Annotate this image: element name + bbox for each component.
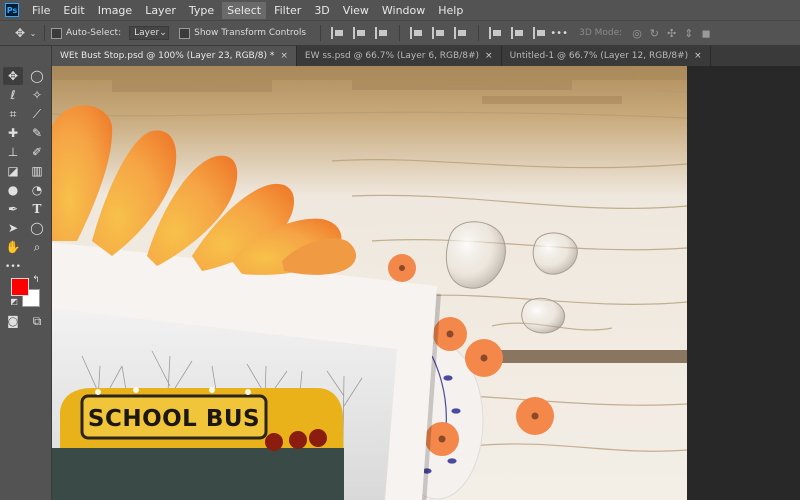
- tab-label: WEt Bust Stop.psd @ 100% (Layer 23, RGB/…: [60, 51, 275, 61]
- menu-bar: Ps File Edit Image Layer Type Select Fil…: [0, 0, 800, 20]
- align-right-icon[interactable]: [375, 27, 389, 39]
- eyedropper-tool-icon[interactable]: ⟋: [27, 105, 47, 123]
- tab-label: Untitled-1 @ 66.7% (Layer 12, RGB/8#): [509, 51, 689, 61]
- hand-tool-icon[interactable]: ✋: [3, 238, 23, 256]
- pen-tool-icon[interactable]: ✒: [3, 200, 23, 218]
- zoom-tool-icon[interactable]: ⌕: [27, 238, 47, 256]
- chevron-down-icon[interactable]: ⌄: [28, 25, 38, 41]
- history-brush-tool-icon[interactable]: ✐: [27, 143, 47, 161]
- distribute-middle-icon[interactable]: [511, 27, 525, 39]
- menu-image[interactable]: Image: [93, 2, 137, 19]
- menu-edit[interactable]: Edit: [58, 2, 89, 19]
- photoshop-logo[interactable]: Ps: [5, 3, 19, 17]
- orbit-3d-icon[interactable]: ◎: [632, 27, 642, 40]
- divider: [320, 25, 322, 41]
- foreground-color-swatch[interactable]: [11, 278, 29, 296]
- distribute-top-icon[interactable]: [489, 27, 503, 39]
- align-left-icon[interactable]: [331, 27, 345, 39]
- brush-tool-icon[interactable]: ✎: [27, 124, 47, 142]
- blur-tool-icon[interactable]: ●: [3, 181, 23, 199]
- show-transform-checkbox[interactable]: [179, 27, 191, 39]
- align-bottom-icon[interactable]: [454, 27, 468, 39]
- path-select-tool-icon[interactable]: ➤: [3, 219, 23, 237]
- divider: [478, 25, 480, 41]
- tab-ew-ss[interactable]: EW ss.psd @ 66.7% (Layer 6, RGB/8#) ×: [297, 46, 502, 66]
- shape-tool-icon[interactable]: ◯: [27, 219, 47, 237]
- crop-tool-icon[interactable]: ⌗: [3, 105, 23, 123]
- menu-file[interactable]: File: [27, 2, 55, 19]
- close-icon[interactable]: ×: [485, 51, 493, 61]
- document-canvas[interactable]: SCHOOL BUS: [52, 66, 687, 500]
- healing-tool-icon[interactable]: ✚: [3, 124, 23, 142]
- divider: [44, 25, 45, 41]
- distribute-bottom-icon[interactable]: [533, 27, 547, 39]
- eraser-tool-icon[interactable]: ◪: [3, 162, 23, 180]
- marquee-tool-icon[interactable]: ◯: [27, 67, 47, 85]
- auto-select-dropdown[interactable]: Layer ⌄: [129, 26, 170, 40]
- water-drop: [521, 297, 566, 334]
- artwork: SCHOOL BUS: [52, 66, 687, 500]
- default-colors-icon[interactable]: ◩: [8, 295, 20, 307]
- gradient-tool-icon[interactable]: ▥: [27, 162, 47, 180]
- scale-3d-icon[interactable]: ◼: [701, 27, 710, 40]
- type-tool-icon[interactable]: T: [27, 200, 47, 218]
- stamp-tool-icon[interactable]: ⊥: [3, 143, 23, 161]
- magic-wand-tool-icon[interactable]: ✧: [27, 86, 47, 104]
- more-tools-icon[interactable]: •••: [3, 258, 23, 276]
- auto-select-value: Layer: [134, 28, 160, 38]
- menu-type[interactable]: Type: [184, 2, 219, 19]
- 3d-mode-label: 3D Mode:: [579, 28, 623, 38]
- ribbon-stripe: [492, 350, 687, 363]
- drag-3d-icon[interactable]: ✣: [667, 27, 676, 40]
- menu-select[interactable]: Select: [222, 1, 267, 19]
- roll-3d-icon[interactable]: ↻: [650, 27, 659, 40]
- align-middle-icon[interactable]: [432, 27, 446, 39]
- tab-label: EW ss.psd @ 66.7% (Layer 6, RGB/8#): [304, 51, 480, 61]
- auto-select-checkbox[interactable]: [51, 27, 62, 39]
- lasso-tool-icon[interactable]: ℓ: [3, 86, 23, 104]
- tab-untitled-1[interactable]: Untitled-1 @ 66.7% (Layer 12, RGB/8#) ×: [502, 46, 711, 66]
- menu-layer[interactable]: Layer: [140, 2, 181, 19]
- document-tabs: WEt Bust Stop.psd @ 100% (Layer 23, RGB/…: [52, 46, 800, 66]
- divider: [399, 25, 401, 41]
- more-options-icon[interactable]: •••: [550, 25, 568, 41]
- screen-mode-icon[interactable]: ⧉: [27, 312, 47, 330]
- quick-mask-icon[interactable]: ◙: [3, 312, 23, 330]
- bus-windshield: [52, 448, 344, 500]
- options-bar: ✥ ⌄ Auto-Select: Layer ⌄ Show Transform C…: [0, 20, 800, 46]
- show-transform-label: Show Transform Controls: [194, 28, 307, 38]
- menu-window[interactable]: Window: [377, 2, 430, 19]
- menu-3d[interactable]: 3D: [309, 2, 334, 19]
- move-tool-icon[interactable]: ✥: [3, 67, 23, 85]
- menu-help[interactable]: Help: [433, 2, 468, 19]
- swap-colors-icon[interactable]: ↰: [30, 274, 42, 286]
- tools-panel: ✥ ◯ ℓ ✧ ⌗ ⟋ ✚ ✎ ⊥ ✐ ◪ ▥ ● ◔ ✒ T ➤ ◯ ✋ ⌕ …: [0, 46, 52, 500]
- close-icon[interactable]: ×: [280, 51, 288, 61]
- canvas-pasteboard: [687, 66, 800, 500]
- menu-view[interactable]: View: [338, 2, 374, 19]
- align-center-icon[interactable]: [353, 27, 367, 39]
- align-top-icon[interactable]: [410, 27, 424, 39]
- auto-select-label: Auto-Select:: [66, 28, 122, 38]
- close-icon[interactable]: ×: [694, 51, 702, 61]
- dodge-tool-icon[interactable]: ◔: [27, 181, 47, 199]
- slide-3d-icon[interactable]: ⇕: [684, 27, 693, 40]
- menu-filter[interactable]: Filter: [269, 2, 306, 19]
- move-tool-preset-icon[interactable]: ✥: [12, 25, 28, 41]
- chevron-down-icon: ⌄: [159, 28, 167, 38]
- school-bus-sign-text: SCHOOL BUS: [88, 406, 260, 432]
- tab-wet-bust-stop[interactable]: WEt Bust Stop.psd @ 100% (Layer 23, RGB/…: [52, 46, 297, 66]
